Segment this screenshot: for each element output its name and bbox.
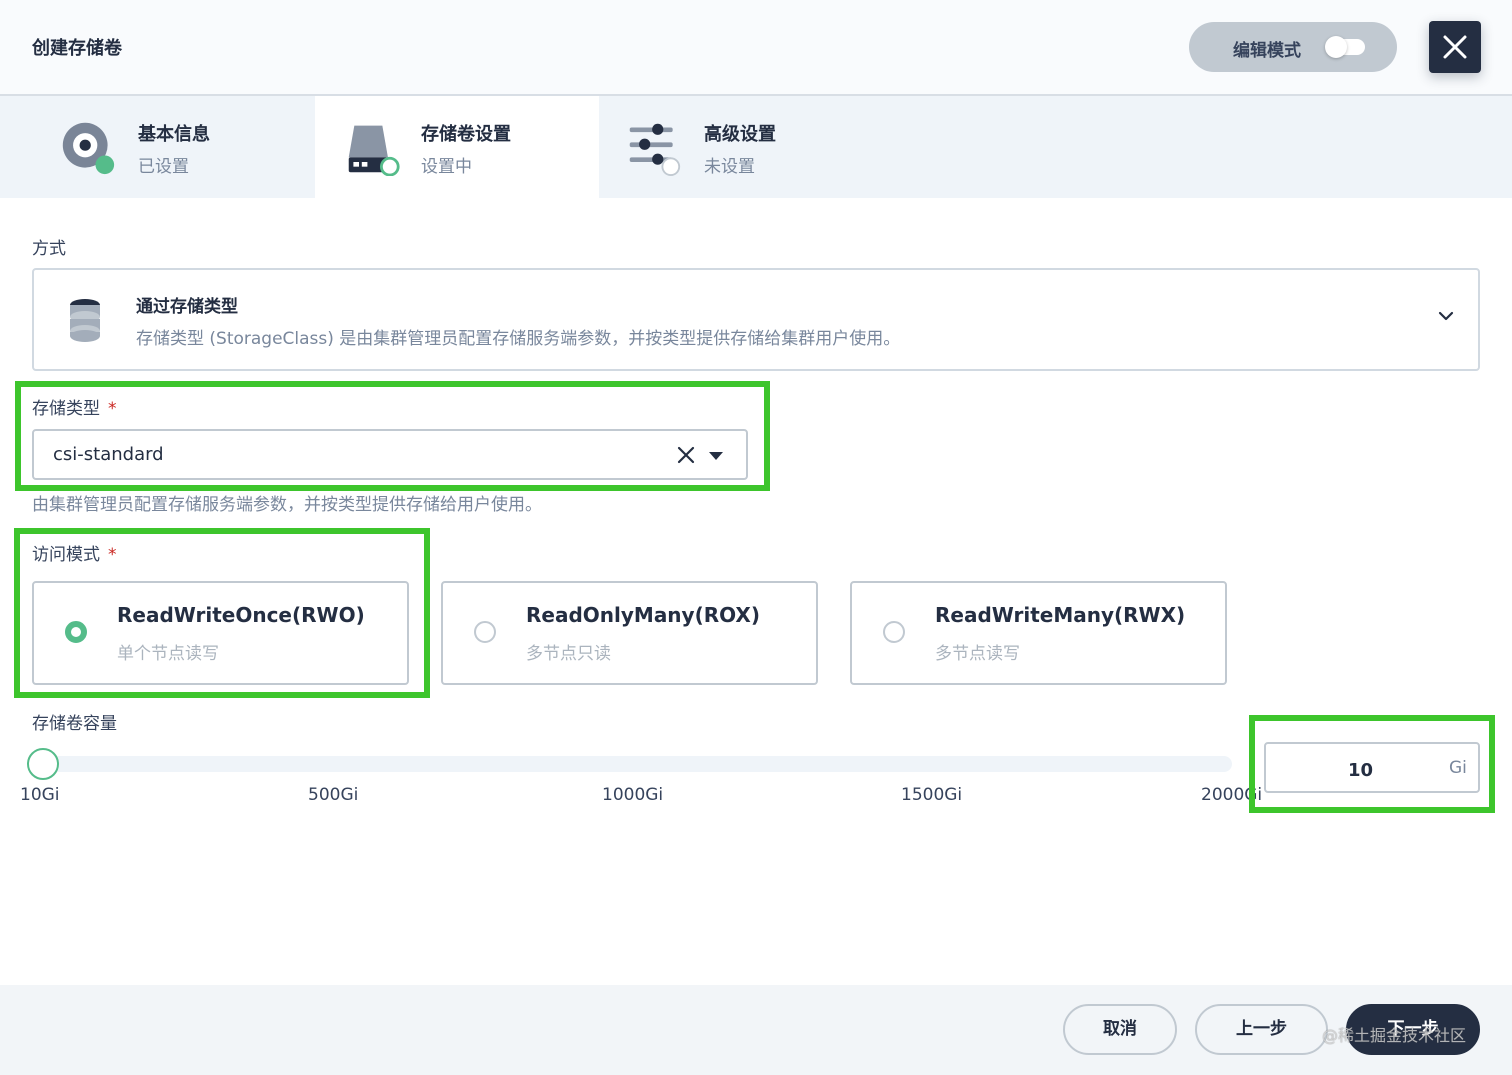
step-title: 高级设置 bbox=[704, 124, 776, 145]
access-mode-label: 访问模式 * bbox=[32, 540, 117, 565]
toggle-knob bbox=[1325, 36, 1347, 58]
access-mode-card-rwo[interactable]: ReadWriteOnce(RWO) 单个节点读写 bbox=[32, 581, 409, 685]
capacity-value: 10 bbox=[1348, 760, 1374, 781]
chevron-down-icon bbox=[1438, 311, 1454, 321]
capacity-input[interactable]: 10 Gi bbox=[1264, 742, 1480, 793]
close-icon bbox=[1443, 35, 1467, 59]
dialog-title: 创建存储卷 bbox=[32, 38, 122, 59]
storage-class-label-text: 存储类型 bbox=[32, 399, 100, 419]
method-title: 通过存储类型 bbox=[136, 297, 238, 317]
step-status: 未设置 bbox=[704, 157, 755, 177]
step-basic-info[interactable]: 基本信息 已设置 bbox=[0, 96, 284, 198]
capacity-unit: Gi bbox=[1449, 758, 1467, 778]
method-description: 存储类型 (StorageClass) 是由集群管理员配置存储服务端参数，并按类… bbox=[136, 329, 901, 349]
step-volume-settings[interactable]: 存储卷设置 设置中 bbox=[315, 96, 599, 198]
step-status: 已设置 bbox=[138, 157, 189, 177]
previous-button[interactable]: 上一步 bbox=[1195, 1004, 1328, 1055]
radio-unchecked[interactable] bbox=[474, 621, 496, 643]
step-advanced-settings[interactable]: 高级设置 未设置 bbox=[598, 96, 882, 198]
radio-unchecked[interactable] bbox=[883, 621, 905, 643]
access-mode-title: ReadWriteMany(RWX) bbox=[935, 603, 1186, 627]
required-mark: * bbox=[108, 399, 117, 419]
radio-checked[interactable] bbox=[65, 621, 87, 643]
storage-class-value: csi-standard bbox=[53, 444, 164, 465]
slider-mark: 10Gi bbox=[20, 785, 60, 805]
sliders-icon bbox=[629, 123, 681, 176]
capacity-label: 存储卷容量 bbox=[32, 714, 117, 734]
close-button[interactable] bbox=[1429, 21, 1481, 73]
step-title: 基本信息 bbox=[138, 124, 210, 145]
access-mode-subtitle: 多节点只读 bbox=[526, 644, 611, 664]
clear-icon[interactable] bbox=[676, 445, 696, 465]
step-tabs: 基本信息 已设置 存储卷设置 设置中 高级设置 未设置 bbox=[0, 96, 1512, 198]
hard-drive-icon bbox=[348, 125, 400, 176]
watermark: @稀土掘金技术社区 bbox=[1322, 1026, 1467, 1045]
access-mode-label-text: 访问模式 bbox=[32, 545, 100, 565]
access-mode-card-rox[interactable]: ReadOnlyMany(ROX) 多节点只读 bbox=[441, 581, 818, 685]
storage-class-label: 存储类型 * bbox=[32, 394, 117, 419]
caret-down-icon[interactable] bbox=[708, 451, 724, 461]
database-icon bbox=[70, 299, 100, 342]
slider-mark: 1500Gi bbox=[901, 785, 963, 805]
create-volume-dialog: 创建存储卷 编辑模式 基本信息 已设置 存储卷设置 设置中 高级设置 未设置 方… bbox=[0, 0, 1512, 1075]
slider-mark: 500Gi bbox=[308, 785, 359, 805]
edit-mode-toggle-button[interactable]: 编辑模式 bbox=[1189, 22, 1397, 72]
dialog-header: 创建存储卷 编辑模式 bbox=[0, 0, 1512, 96]
method-select[interactable]: 通过存储类型 存储类型 (StorageClass) 是由集群管理员配置存储服务… bbox=[32, 268, 1480, 371]
access-mode-card-rwx[interactable]: ReadWriteMany(RWX) 多节点读写 bbox=[850, 581, 1227, 685]
capacity-slider-handle[interactable] bbox=[27, 748, 59, 780]
cancel-button[interactable]: 取消 bbox=[1063, 1004, 1177, 1055]
edit-mode-label: 编辑模式 bbox=[1233, 41, 1301, 61]
method-label: 方式 bbox=[32, 239, 66, 259]
step-status: 设置中 bbox=[421, 157, 472, 177]
step-title: 存储卷设置 bbox=[421, 124, 511, 145]
storage-class-hint: 由集群管理员配置存储服务端参数，并按类型提供存储给用户使用。 bbox=[32, 495, 542, 515]
slider-mark: 1000Gi bbox=[602, 785, 664, 805]
capacity-slider-track[interactable] bbox=[42, 756, 1232, 772]
required-mark: * bbox=[108, 545, 117, 565]
access-mode-subtitle: 多节点读写 bbox=[935, 644, 1020, 664]
disc-icon bbox=[62, 122, 115, 175]
access-mode-subtitle: 单个节点读写 bbox=[117, 644, 219, 664]
toggle-switch[interactable] bbox=[1325, 36, 1365, 58]
access-mode-title: ReadWriteOnce(RWO) bbox=[117, 603, 365, 627]
storage-class-select[interactable]: csi-standard bbox=[32, 429, 748, 480]
access-mode-title: ReadOnlyMany(ROX) bbox=[526, 603, 760, 627]
